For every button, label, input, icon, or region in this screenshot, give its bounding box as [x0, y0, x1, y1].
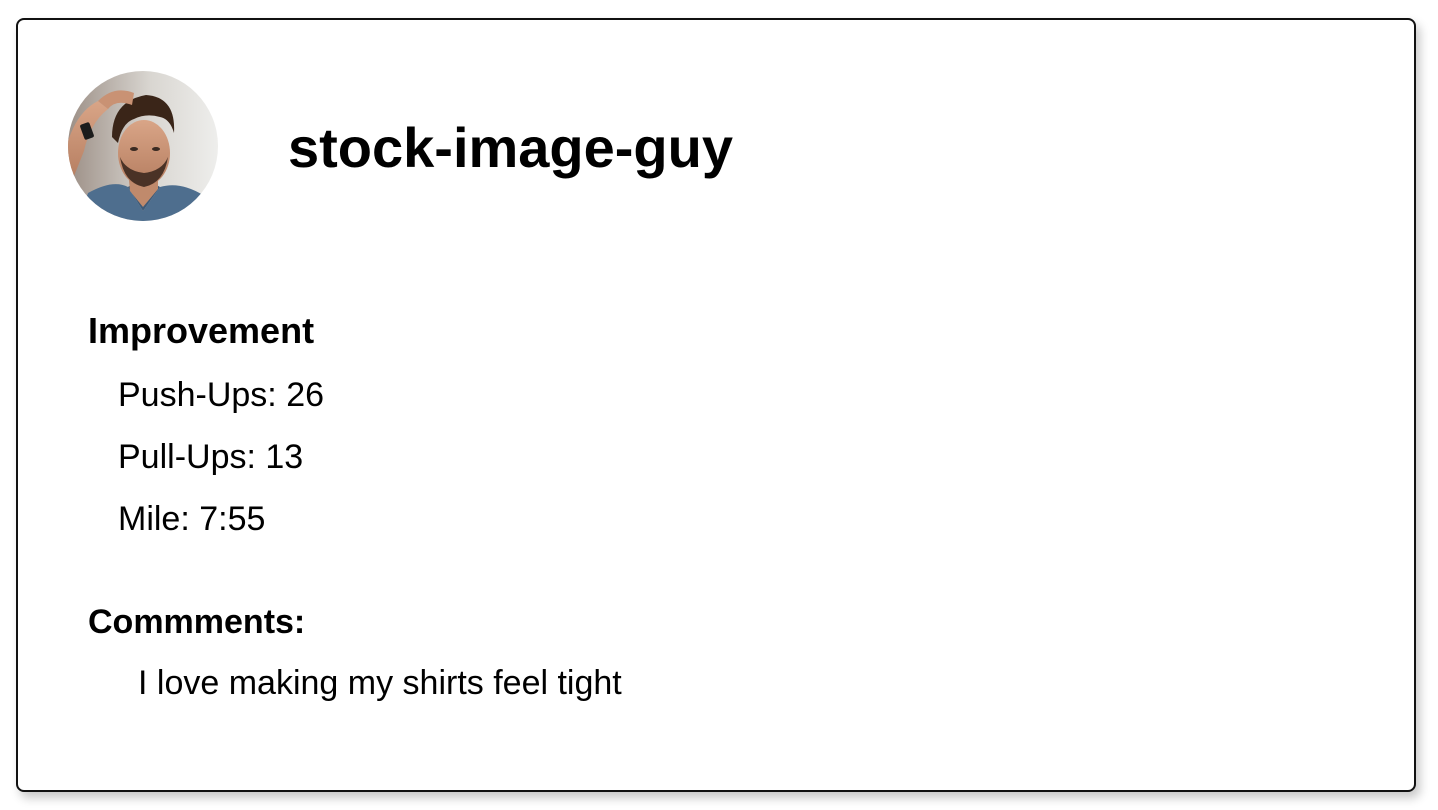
stat-label: Pull-Ups: [118, 438, 247, 476]
stat-value: 7:55: [199, 500, 266, 538]
user-avatar-photo-icon: [68, 71, 218, 221]
stat-label: Mile: [118, 500, 181, 538]
avatar[interactable]: [68, 71, 218, 221]
stat-mile: Mile: 7:55: [118, 500, 266, 538]
improvement-title: Improvement: [88, 310, 315, 351]
comment-text: I love making my shirts feel tight: [138, 664, 622, 702]
stat-label: Push-Ups: [118, 376, 268, 414]
username: stock-image-guy: [288, 116, 733, 179]
comments-title: Commments:: [88, 603, 306, 641]
profile-card: stock-image-guy Improvement Push-Ups: 26…: [16, 18, 1416, 792]
stat-value: 13: [265, 438, 304, 476]
stat-pull-ups: Pull-Ups: 13: [118, 438, 304, 476]
stat-push-ups: Push-Ups: 26: [118, 376, 325, 414]
stat-value: 26: [286, 376, 325, 414]
